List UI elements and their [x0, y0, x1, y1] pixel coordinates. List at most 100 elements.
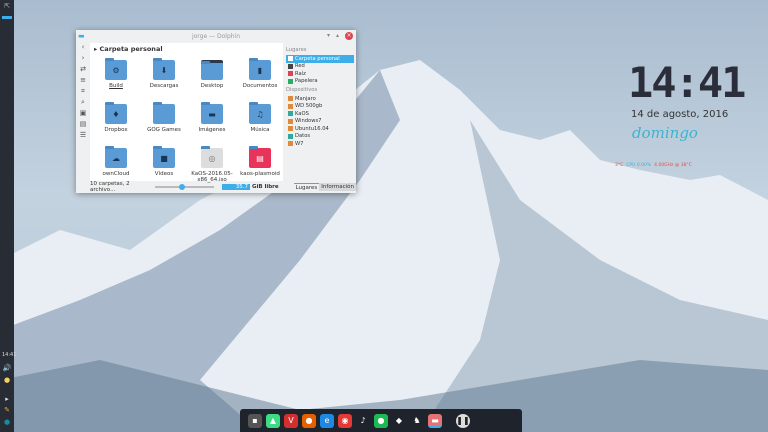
forward-icon[interactable]: ›	[76, 54, 90, 65]
file-item[interactable]: Desktop	[188, 58, 236, 98]
inkscape-icon[interactable]: ◆	[392, 413, 406, 428]
file-item[interactable]: ☁ ownCloud	[92, 146, 140, 186]
place-item[interactable]: Raíz	[286, 70, 354, 78]
edge-icon[interactable]: e	[320, 413, 334, 428]
pause-icon[interactable]: ❚❚	[456, 413, 470, 428]
breadcrumb[interactable]: ▸ Carpeta personal	[90, 43, 283, 55]
dolphin-window: ▬ jorge — Dolphin ▾ ▴ × ‹ › ⇄ ≡ ⌗ ⌕ ▣ ▤ ☰ ▸ Carp…	[76, 30, 356, 193]
file-label: Descargas	[149, 83, 179, 89]
music-icon[interactable]: ♪	[356, 413, 370, 428]
device-label: W7	[295, 140, 304, 147]
place-item[interactable]: Papelera	[286, 78, 354, 86]
device-item[interactable]: Windows7	[286, 118, 354, 126]
panel-clock[interactable]: 14:41	[2, 352, 16, 358]
desktop-folder-icon	[201, 60, 223, 80]
file-item[interactable]: ♦ Dropbox	[92, 102, 140, 142]
zoom-slider-handle[interactable]	[179, 184, 186, 190]
device-item[interactable]: Datos	[286, 133, 354, 141]
places-header: Lugares	[286, 47, 307, 53]
image-icon[interactable]: ▣	[76, 109, 90, 120]
firefox-icon[interactable]: ●	[302, 413, 316, 428]
device-item[interactable]: WD 500gb	[286, 103, 354, 111]
android-icon[interactable]: ▲	[266, 413, 280, 428]
network-icon[interactable]: ●	[2, 418, 12, 426]
device-item[interactable]: Manjaro	[286, 95, 354, 103]
place-item[interactable]: Red	[286, 63, 354, 71]
folder-icon: ▬	[201, 102, 223, 124]
drive-icon	[288, 126, 293, 132]
close-button[interactable]: ×	[345, 32, 353, 40]
file-label: Imágenes	[198, 127, 226, 133]
place-icon	[288, 63, 293, 69]
folder-icon: ▮	[249, 58, 271, 80]
device-label: Windows7	[295, 118, 322, 125]
record-icon[interactable]: ◉	[338, 413, 352, 428]
temp-stat: 3°C	[615, 163, 624, 168]
file-item[interactable]: ⚙ Build	[92, 58, 140, 98]
launcher-icon[interactable]: ⇱	[2, 2, 12, 10]
weather-icon[interactable]: ●	[2, 376, 12, 384]
file-item[interactable]: ◎ KaOS-2016.05-x86_64.iso	[188, 146, 236, 186]
file-item[interactable]: ♫ Música	[236, 102, 284, 142]
zoom-slider[interactable]	[155, 184, 215, 190]
status-bar: 10 carpetas, 2 archivo... 35.7 GiB libre…	[76, 181, 356, 193]
free-space-bar: 35.7	[222, 184, 250, 190]
devices-header: Dispositivos	[286, 87, 318, 93]
file-view: ▸ Carpeta personal ⚙ Build ⬇ Descargas Deskt…	[90, 43, 284, 183]
device-label: WD 500gb	[295, 103, 323, 110]
place-label: Papelera	[295, 78, 318, 85]
calendar-icon[interactable]: ▤	[76, 120, 90, 131]
status-text: 10 carpetas, 2 archivo...	[90, 181, 130, 193]
clock-widget: 14:41	[628, 58, 746, 107]
app-menu-icon[interactable]: ▬	[78, 32, 85, 40]
gimp-icon[interactable]: ♞	[410, 413, 424, 428]
maximize-button[interactable]: ▴	[336, 32, 339, 40]
place-label: Raíz	[295, 70, 306, 77]
device-label: KaOS	[295, 110, 309, 117]
files-icon[interactable]: ▬	[428, 413, 442, 428]
menu-icon[interactable]: ☰	[76, 131, 90, 142]
toolbar: ‹ › ⇄ ≡ ⌗ ⌕ ▣ ▤ ☰	[76, 43, 90, 181]
file-label: ownCloud	[102, 171, 130, 177]
task-indicator[interactable]	[2, 16, 12, 19]
iso-file-icon: ◎	[201, 146, 223, 168]
cpu-stat: CPU 0.00%	[626, 163, 652, 168]
drive-icon	[288, 133, 293, 139]
sort-icon[interactable]: ≡	[76, 76, 90, 87]
back-icon[interactable]: ‹	[76, 43, 90, 54]
device-item[interactable]: W7	[286, 140, 354, 148]
left-panel: ⇱ 14:41 🔊 ● ▸ ✎ ●	[0, 0, 16, 432]
file-item[interactable]: ▮ Documentos	[236, 58, 284, 98]
place-item[interactable]: Carpeta personal	[286, 55, 354, 63]
tab-informacion[interactable]: Información	[319, 183, 356, 191]
spotify-icon[interactable]: ●	[374, 413, 388, 428]
taskbar: ▪ ▲ V ● e ◉ ♪ ● ◆ ♞ ▬ ❚❚	[240, 409, 522, 432]
place-icon	[288, 78, 293, 84]
file-item[interactable]: ⬇ Descargas	[140, 58, 188, 98]
folder-icon: ♫	[249, 102, 271, 124]
drive-icon	[288, 103, 293, 109]
pen-icon[interactable]: ✎	[2, 406, 12, 414]
vivaldi-icon[interactable]: V	[284, 413, 298, 428]
tab-lugares[interactable]: Lugares	[293, 182, 320, 192]
expand-tray-icon[interactable]: ▸	[2, 395, 12, 403]
file-item[interactable]: GOG Games	[140, 102, 188, 142]
drive-icon	[288, 141, 293, 147]
place-label: Carpeta personal	[295, 55, 340, 62]
file-label: Vídeos	[154, 171, 174, 177]
title-bar[interactable]: ▬ jorge — Dolphin ▾ ▴ ×	[76, 30, 356, 43]
file-item[interactable]: ▬ Imágenes	[188, 102, 236, 142]
device-item[interactable]: KaOS	[286, 110, 354, 118]
file-label: Música	[250, 127, 270, 133]
volume-icon[interactable]: 🔊	[2, 364, 12, 372]
device-item[interactable]: Ubuntu16.04	[286, 125, 354, 133]
file-item[interactable]: ▤ kaos-plasmoid	[236, 146, 284, 186]
search-icon[interactable]: ⌕	[76, 98, 90, 109]
preview-icon[interactable]: ⌗	[76, 87, 90, 98]
file-label: Desktop	[200, 83, 224, 89]
minimize-button[interactable]: ▾	[327, 32, 330, 40]
split-icon[interactable]: ⇄	[76, 65, 90, 76]
folder-icon: ⬇	[153, 58, 175, 80]
file-item[interactable]: ■ Vídeos	[140, 146, 188, 186]
desktop-icon[interactable]: ▪	[248, 413, 262, 428]
